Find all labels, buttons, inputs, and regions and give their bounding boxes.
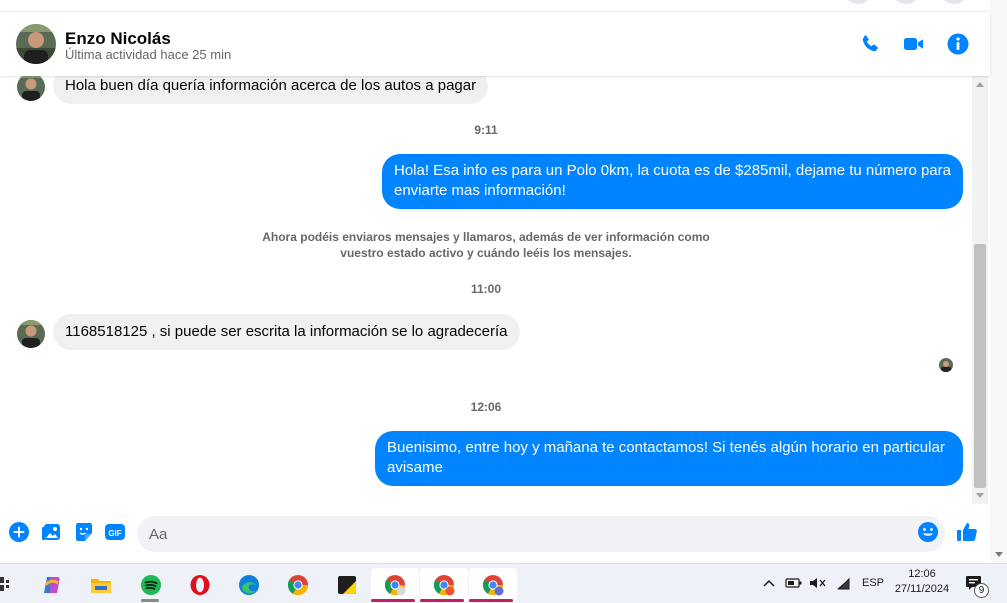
- message-line: enviarte mas información!: [394, 182, 566, 199]
- svg-text:GIF: GIF: [108, 529, 121, 538]
- scroll-down-arrow-icon[interactable]: [976, 493, 984, 498]
- taskbar-clock[interactable]: 12:06 27/11/2024: [882, 567, 962, 597]
- volume-muted-icon[interactable]: [809, 577, 827, 603]
- notification-count-badge: 9: [974, 583, 989, 598]
- scroll-down-arrow-icon[interactable]: [995, 552, 1003, 557]
- outgoing-message[interactable]: Buenisimo, entre hoy y mañana te contact…: [375, 431, 963, 486]
- like-icon[interactable]: [956, 521, 978, 543]
- incoming-message[interactable]: 1168518125 , si puede ser escrita la inf…: [53, 314, 520, 350]
- message-composer: GIF: [0, 504, 990, 563]
- message-input[interactable]: [137, 516, 945, 552]
- sticky-notes-icon[interactable]: [326, 568, 366, 602]
- file-explorer-icon[interactable]: [80, 568, 120, 602]
- sticker-icon[interactable]: [73, 521, 95, 543]
- seen-indicator-avatar: [939, 358, 953, 372]
- running-indicator: [371, 599, 415, 602]
- contact-status: Última actividad hace 25 min: [65, 47, 232, 62]
- clock-time: 12:06: [908, 568, 936, 580]
- window-top-strip: [0, 0, 1007, 12]
- message-timestamp: 9:11: [474, 123, 498, 137]
- chat-scrollbar[interactable]: [972, 76, 988, 504]
- system-notice-line: Ahora podéis enviaros mensajes y llamaro…: [262, 230, 710, 244]
- running-indicator: [469, 599, 513, 602]
- wifi-icon[interactable]: [835, 576, 851, 603]
- widgets-icon[interactable]: [0, 576, 10, 603]
- contact-name[interactable]: Enzo Nicolás: [65, 29, 171, 49]
- input-language[interactable]: ESP: [862, 577, 884, 603]
- scroll-up-arrow-icon[interactable]: [976, 82, 984, 87]
- plus-icon[interactable]: [8, 521, 30, 543]
- chrome-profile-2-icon[interactable]: [420, 568, 468, 602]
- message-timestamp: 12:06: [470, 400, 502, 414]
- chrome-profile-3-icon[interactable]: [469, 568, 517, 602]
- contact-avatar-small[interactable]: [17, 320, 45, 348]
- system-notice-line: vuestro estado activo y cuándo leéis los…: [340, 246, 632, 260]
- video-icon[interactable]: [902, 32, 926, 56]
- message-line: avisame: [387, 459, 443, 476]
- phone-icon[interactable]: [858, 32, 882, 56]
- incoming-message[interactable]: Hola buen día quería información acerca …: [53, 76, 489, 104]
- page-scrollbar[interactable]: [990, 0, 1007, 563]
- scroll-thumb[interactable]: [974, 244, 986, 488]
- chevron-up-icon[interactable]: [762, 577, 776, 603]
- message-list[interactable]: Hola buen día quería información acerca …: [0, 76, 972, 504]
- top-circle-button[interactable]: [843, 0, 873, 4]
- top-avatar[interactable]: [939, 0, 969, 4]
- message-line: Buenisimo, entre hoy y mañana te contact…: [387, 439, 945, 456]
- chrome-icon[interactable]: [277, 568, 317, 602]
- image-icon[interactable]: [41, 521, 63, 543]
- gif-icon[interactable]: GIF: [104, 521, 126, 543]
- spotify-icon[interactable]: [130, 568, 170, 602]
- top-circle-button[interactable]: [891, 0, 921, 4]
- message-timestamp: 11:00: [470, 282, 502, 296]
- system-notice: Ahora podéis enviaros mensajes y llamaro…: [0, 229, 972, 261]
- message-line: Hola! Esa info es para un Polo 0km, la c…: [394, 162, 951, 179]
- chrome-profile-1-icon[interactable]: [371, 568, 419, 602]
- outgoing-message[interactable]: Hola! Esa info es para un Polo 0km, la c…: [382, 154, 963, 209]
- copilot-icon[interactable]: [31, 568, 71, 602]
- windows-taskbar: ESP 12:06 27/11/2024 9: [0, 563, 1007, 603]
- opera-icon[interactable]: [179, 568, 219, 602]
- messenger-window: Enzo Nicolás Última actividad hace 25 mi…: [0, 0, 1007, 603]
- contact-avatar[interactable]: [16, 24, 56, 64]
- info-icon[interactable]: [946, 32, 970, 56]
- emoji-icon[interactable]: [917, 521, 939, 543]
- contact-avatar-small[interactable]: [17, 76, 45, 101]
- battery-icon[interactable]: [785, 577, 803, 603]
- running-indicator: [420, 599, 464, 602]
- running-indicator: [141, 599, 159, 602]
- edge-icon[interactable]: [228, 568, 268, 602]
- conversation-header: Enzo Nicolás Última actividad hace 25 mi…: [0, 12, 990, 76]
- clock-date: 27/11/2024: [894, 583, 950, 595]
